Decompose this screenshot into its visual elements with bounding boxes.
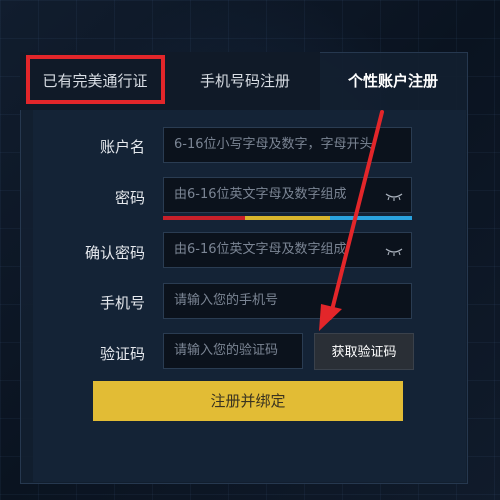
- password-input[interactable]: 由6-16位英文字母及数字组成: [163, 177, 412, 213]
- password-placeholder: 由6-16位英文字母及数字组成: [174, 187, 347, 202]
- eye-closed-icon[interactable]: [383, 233, 405, 267]
- phone-input[interactable]: 请输入您的手机号: [163, 283, 412, 319]
- account-input[interactable]: 6-16位小写字母及数字，字母开头: [163, 127, 412, 163]
- get-code-button[interactable]: 获取验证码: [314, 333, 414, 370]
- confirm-password-label: 确认密码: [84, 244, 145, 262]
- strength-strong: [330, 216, 412, 220]
- code-label: 验证码: [99, 345, 145, 363]
- highlight-box: [26, 55, 165, 104]
- register-submit-button[interactable]: 注册并绑定: [93, 381, 403, 421]
- tab-personal-register[interactable]: 个性账户注册: [320, 52, 466, 110]
- confirm-password-placeholder: 由6-16位英文字母及数字组成: [174, 242, 347, 257]
- phone-label: 手机号: [99, 294, 145, 312]
- eye-closed-icon[interactable]: [383, 178, 405, 212]
- strength-weak: [163, 216, 245, 220]
- password-label: 密码: [114, 189, 145, 207]
- strength-medium: [245, 216, 330, 220]
- tab-phone-register[interactable]: 手机号码注册: [170, 52, 320, 110]
- account-label: 账户名: [99, 138, 145, 156]
- code-input[interactable]: 请输入您的验证码: [163, 333, 303, 369]
- password-strength-bar: [163, 216, 412, 220]
- confirm-password-input[interactable]: 由6-16位英文字母及数字组成: [163, 232, 412, 268]
